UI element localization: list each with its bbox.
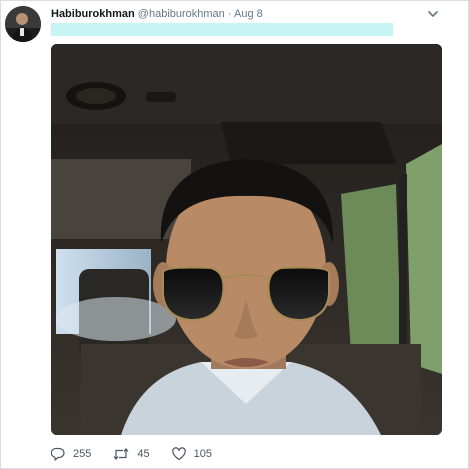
reply-button[interactable]: 255 <box>51 447 91 461</box>
tweet-photo[interactable] <box>51 44 442 435</box>
tweet-card: Habiburokhman @habiburokhman · Aug 8 255… <box>0 0 469 469</box>
header-separator: · <box>227 8 232 20</box>
tweet-date[interactable]: Aug 8 <box>234 8 263 20</box>
author-avatar[interactable] <box>5 6 41 42</box>
author-handle[interactable]: @habiburokhman <box>138 8 225 20</box>
retweet-button[interactable]: 45 <box>113 447 150 461</box>
tweet-header: Habiburokhman @habiburokhman · Aug 8 <box>51 7 438 21</box>
author-name[interactable]: Habiburokhman <box>51 8 135 20</box>
heart-icon <box>171 447 186 461</box>
reply-icon <box>51 447 65 461</box>
highlighted-tweet-text <box>51 23 393 36</box>
retweet-icon <box>113 448 129 460</box>
like-count: 105 <box>193 448 212 460</box>
reply-count: 255 <box>73 448 92 460</box>
chevron-down-icon[interactable] <box>426 7 440 21</box>
like-button[interactable]: 105 <box>171 447 212 461</box>
retweet-count: 45 <box>137 448 150 460</box>
tweet-actions: 255 45 105 <box>51 445 234 463</box>
